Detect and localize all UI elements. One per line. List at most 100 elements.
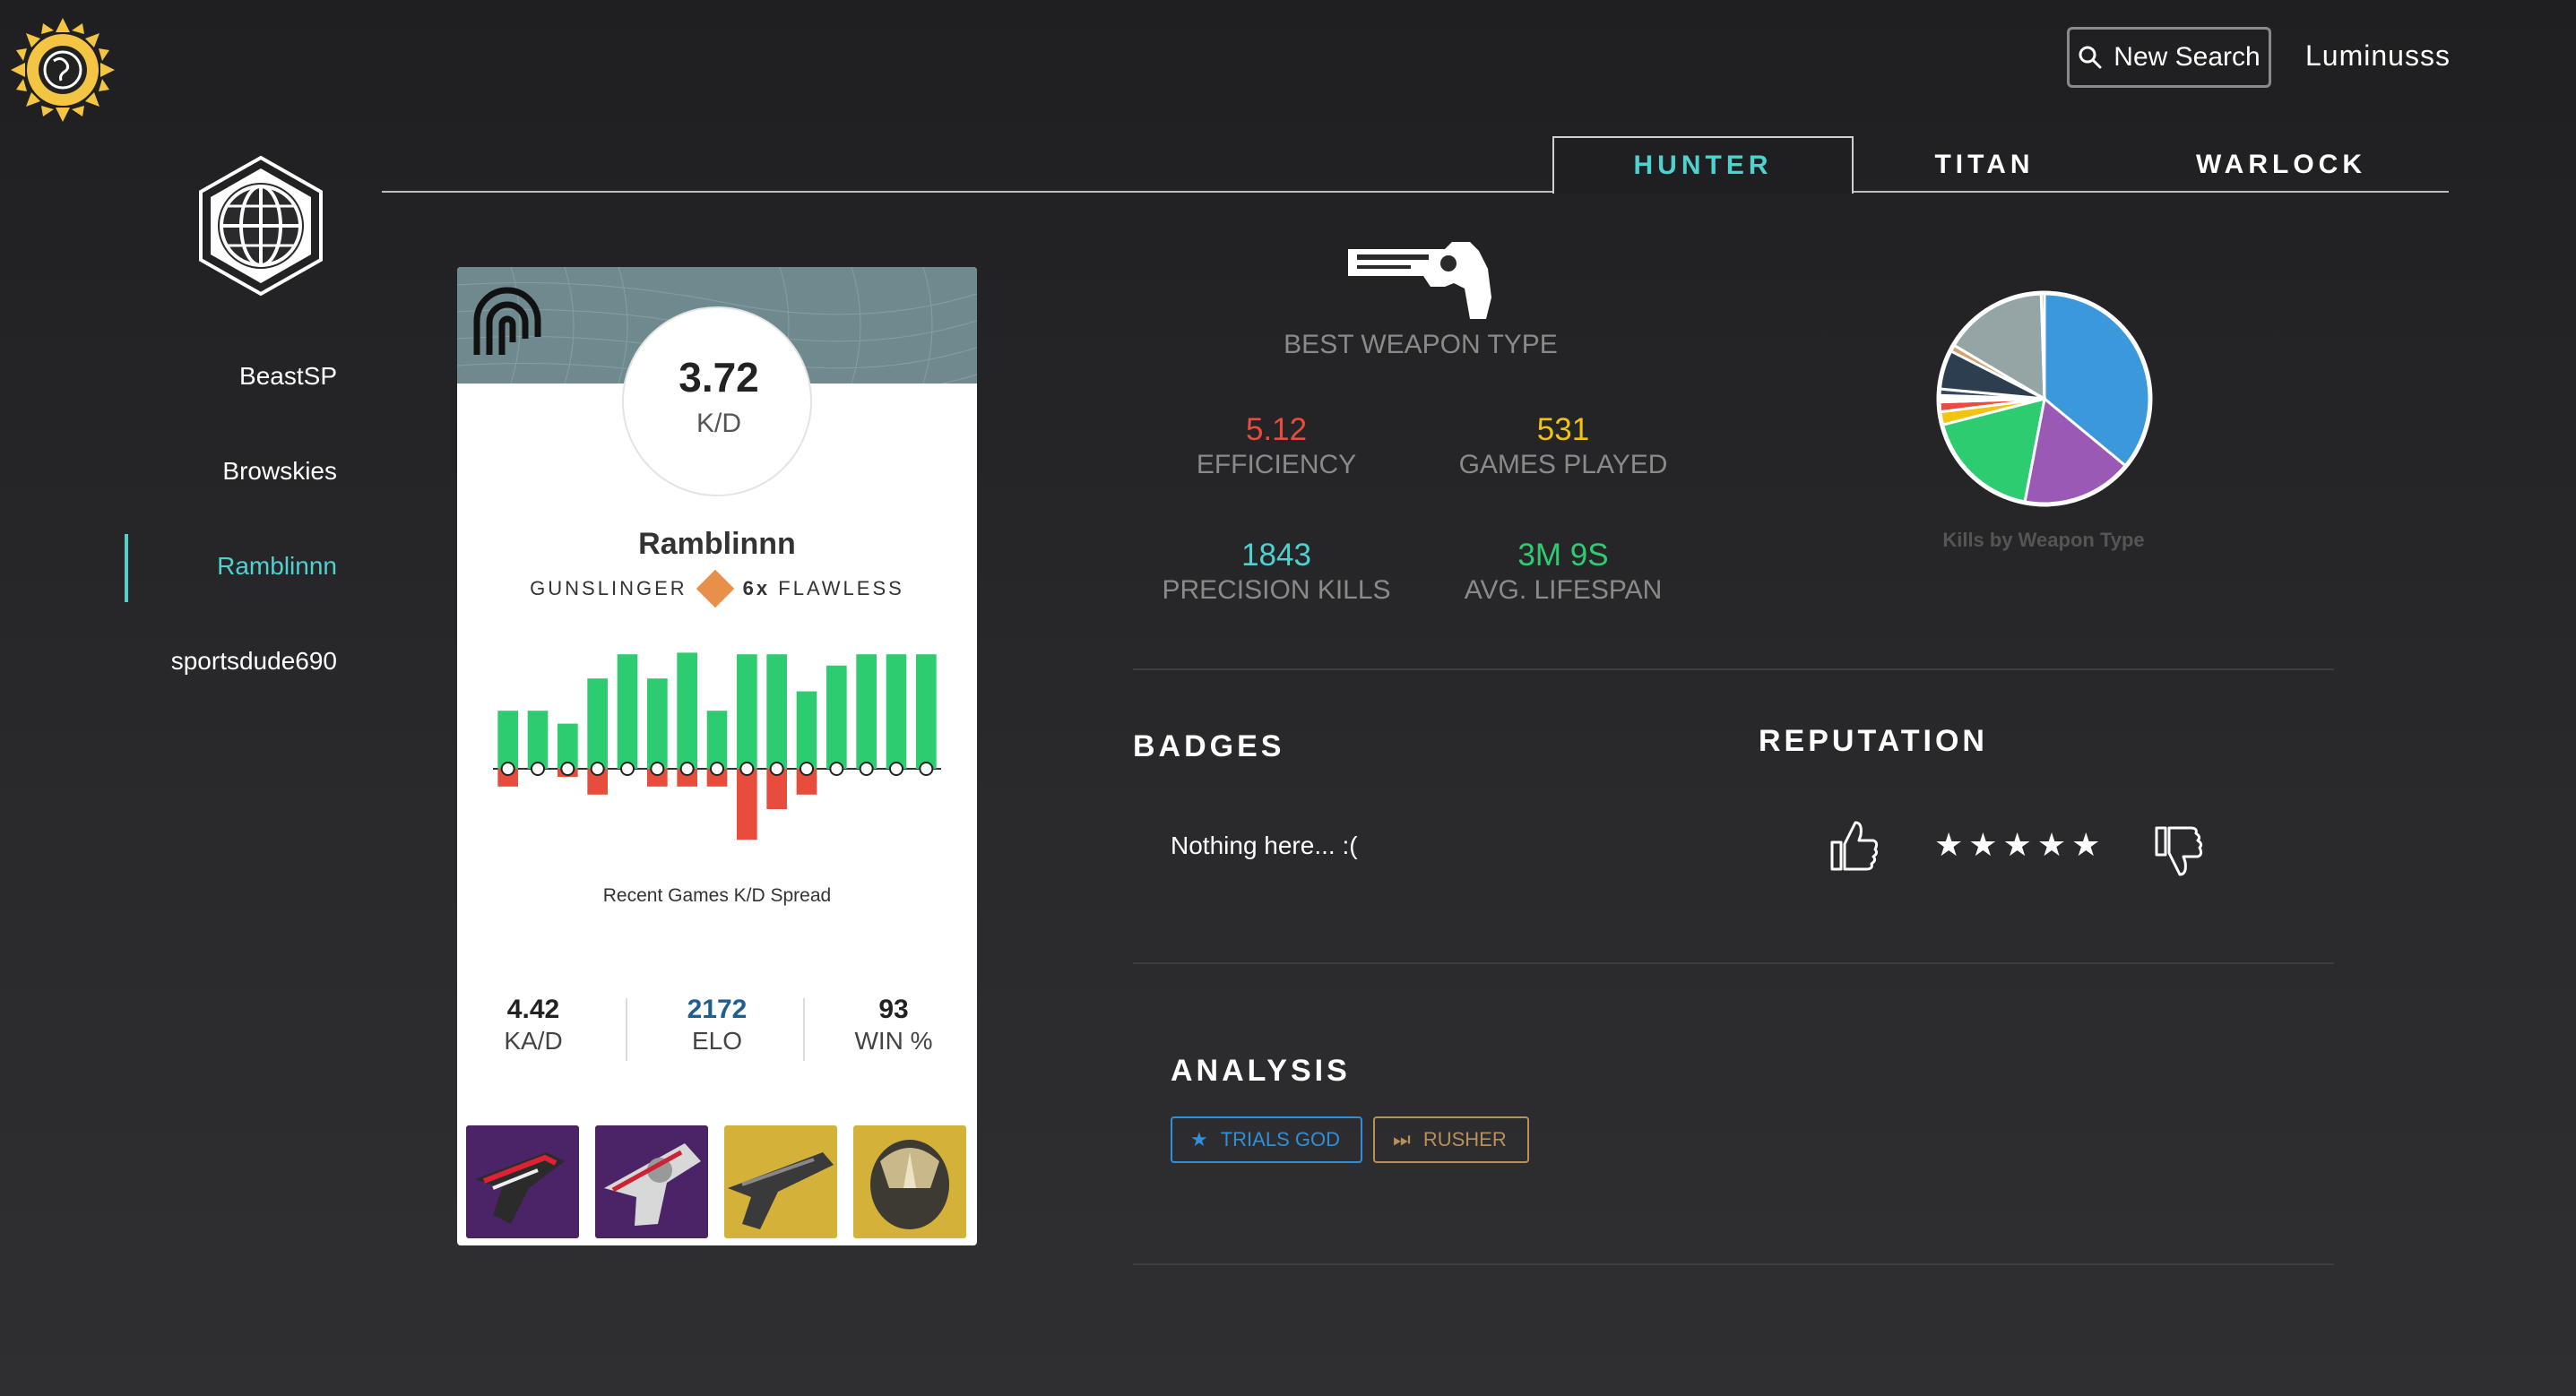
spread-game-marker [679,762,695,776]
best-weapon-label: BEST WEAPON TYPE [1284,330,1558,359]
section-divider [1133,668,2334,670]
flawless-count: 6x [742,577,771,599]
spread-bar-kills [916,654,937,769]
player-subtitle: GUNSLINGER 6x FLAWLESS [457,569,977,608]
spread-game-marker [919,762,934,776]
clan-emblem [195,154,326,297]
player-name: Ramblinnn [638,527,796,561]
thumbs-up-icon[interactable] [1828,819,1879,877]
tag-trials-god-label: TRIALS GOD [1220,1128,1340,1150]
search-icon [2079,46,2102,69]
sidebar-item-sportsdude690[interactable]: sportsdude690 [171,647,337,676]
spread-bar-kills [677,652,697,769]
spread-caption: Recent Games K/D Spread [602,885,832,906]
spread-bar-kills [647,678,668,769]
thumbs-down-icon[interactable] [2153,824,2203,883]
loadout-primary-weapon[interactable] [466,1125,579,1238]
stat-win: 93 WIN % [808,995,977,1056]
sidebar-item-beastsp[interactable]: BeastSP [239,362,337,391]
star-icon: ★ [1190,1128,1208,1150]
metric-games-played: 531 GAMES PLAYED [1402,412,1725,480]
kd-value: 3.72 [679,354,759,401]
player-card: 3.72 K/D Ramblinnn GUNSLINGER 6x FLAWLES… [457,267,977,1245]
sidebar-item-ramblinnn[interactable]: Ramblinnn [217,552,337,581]
spread-game-marker [590,762,605,776]
spread-game-marker [531,762,545,776]
loadout-heavy-weapon[interactable] [724,1125,837,1238]
kd-label: K/D [696,409,741,438]
new-search-button[interactable]: New Search [2067,27,2271,88]
spread-game-marker [739,762,755,776]
new-search-label: New Search [2114,42,2260,72]
spread-game-marker [500,762,515,776]
spread-bar-deaths [737,769,757,840]
spread-bar-kills [587,678,608,769]
spread-bar-kills [796,691,817,769]
badges-empty-text: Nothing here... :( [1171,832,1358,859]
spread-bar-kills [497,711,518,769]
kills-by-weapon-pie [1936,290,2153,507]
stat-kad: 4.42 KA/D [457,995,618,1056]
fast-forward-icon: ⏭ [1393,1128,1411,1150]
metric-precision-kills-label: PRECISION KILLS [1162,575,1391,605]
metric-avg-lifespan-label: AVG. LIFESPAN [1464,575,1663,605]
tag-rusher[interactable]: ⏭ RUSHER [1373,1116,1529,1163]
app-logo[interactable] [9,16,117,124]
flawless-icon [696,569,734,608]
metric-games-played-label: GAMES PLAYED [1458,450,1668,479]
spread-bar-kills [856,654,877,769]
tab-warlock[interactable]: WARLOCK [2144,136,2418,194]
pie-caption: Kills by Weapon Type [1942,529,2145,551]
metric-efficiency: 5.12 EFFICIENCY [1115,412,1438,480]
tag-rusher-label: RUSHER [1422,1128,1507,1150]
kd-spread-chart [493,652,941,840]
kd-circle: 3.72 K/D [622,306,812,496]
spread-game-marker [769,762,784,776]
analysis-title: ANALYSIS [1171,1054,1351,1088]
loadout-secondary-weapon[interactable] [595,1125,708,1238]
section-divider [1133,1263,2334,1265]
spread-bar-kills [737,654,757,769]
metric-avg-lifespan: 3M 9S AVG. LIFESPAN [1402,538,1725,606]
metric-games-played-value: 531 [1536,412,1590,447]
sidebar-active-indicator [125,534,128,602]
section-divider [1133,962,2334,964]
spread-bar-kills [527,711,549,769]
metric-efficiency-label: EFFICIENCY [1196,450,1357,479]
best-weapon-icon [1344,242,1497,327]
subclass-label: GUNSLINGER [530,577,687,599]
stat-kad-label: KA/D [504,1027,563,1055]
spread-bar-kills [826,665,847,769]
loadout-helmet[interactable] [853,1125,966,1238]
sidebar-item-browskies[interactable]: Browskies [222,457,337,486]
stat-elo-value: 2172 [687,995,748,1024]
spread-game-marker [560,762,575,776]
stat-divider [626,998,627,1061]
username[interactable]: Luminusss [2305,39,2451,73]
metric-avg-lifespan-value: 3M 9S [1517,538,1609,573]
tab-titan[interactable]: TITAN [1854,136,2115,194]
spread-game-marker [889,762,903,776]
stat-win-value: 93 [878,995,909,1024]
metric-precision-kills-value: 1843 [1241,538,1311,573]
tag-trials-god[interactable]: ★ TRIALS GOD [1171,1116,1362,1163]
stat-elo-label: ELO [691,1027,743,1055]
stat-win-label: WIN % [854,1027,933,1055]
flawless-label: FLAWLESS [778,577,904,599]
hunter-class-icon [473,287,541,355]
reputation-title: REPUTATION [1759,724,1988,758]
spread-game-marker [620,762,635,776]
stat-divider [803,998,805,1061]
stat-elo: 2172 ELO [632,995,802,1056]
reputation-stars[interactable]: ★★★★★ [1934,826,2105,864]
spread-game-marker [859,762,874,776]
stat-kad-value: 4.42 [506,995,560,1024]
spread-game-marker [710,762,724,776]
tab-divider [382,191,2449,193]
badges-title: BADGES [1133,729,1285,763]
metric-precision-kills: 1843 PRECISION KILLS [1115,538,1438,606]
tab-hunter[interactable]: HUNTER [1552,136,1854,194]
spread-game-marker [800,762,814,776]
spread-bar-kills [766,654,787,769]
spread-bar-kills [706,711,728,769]
